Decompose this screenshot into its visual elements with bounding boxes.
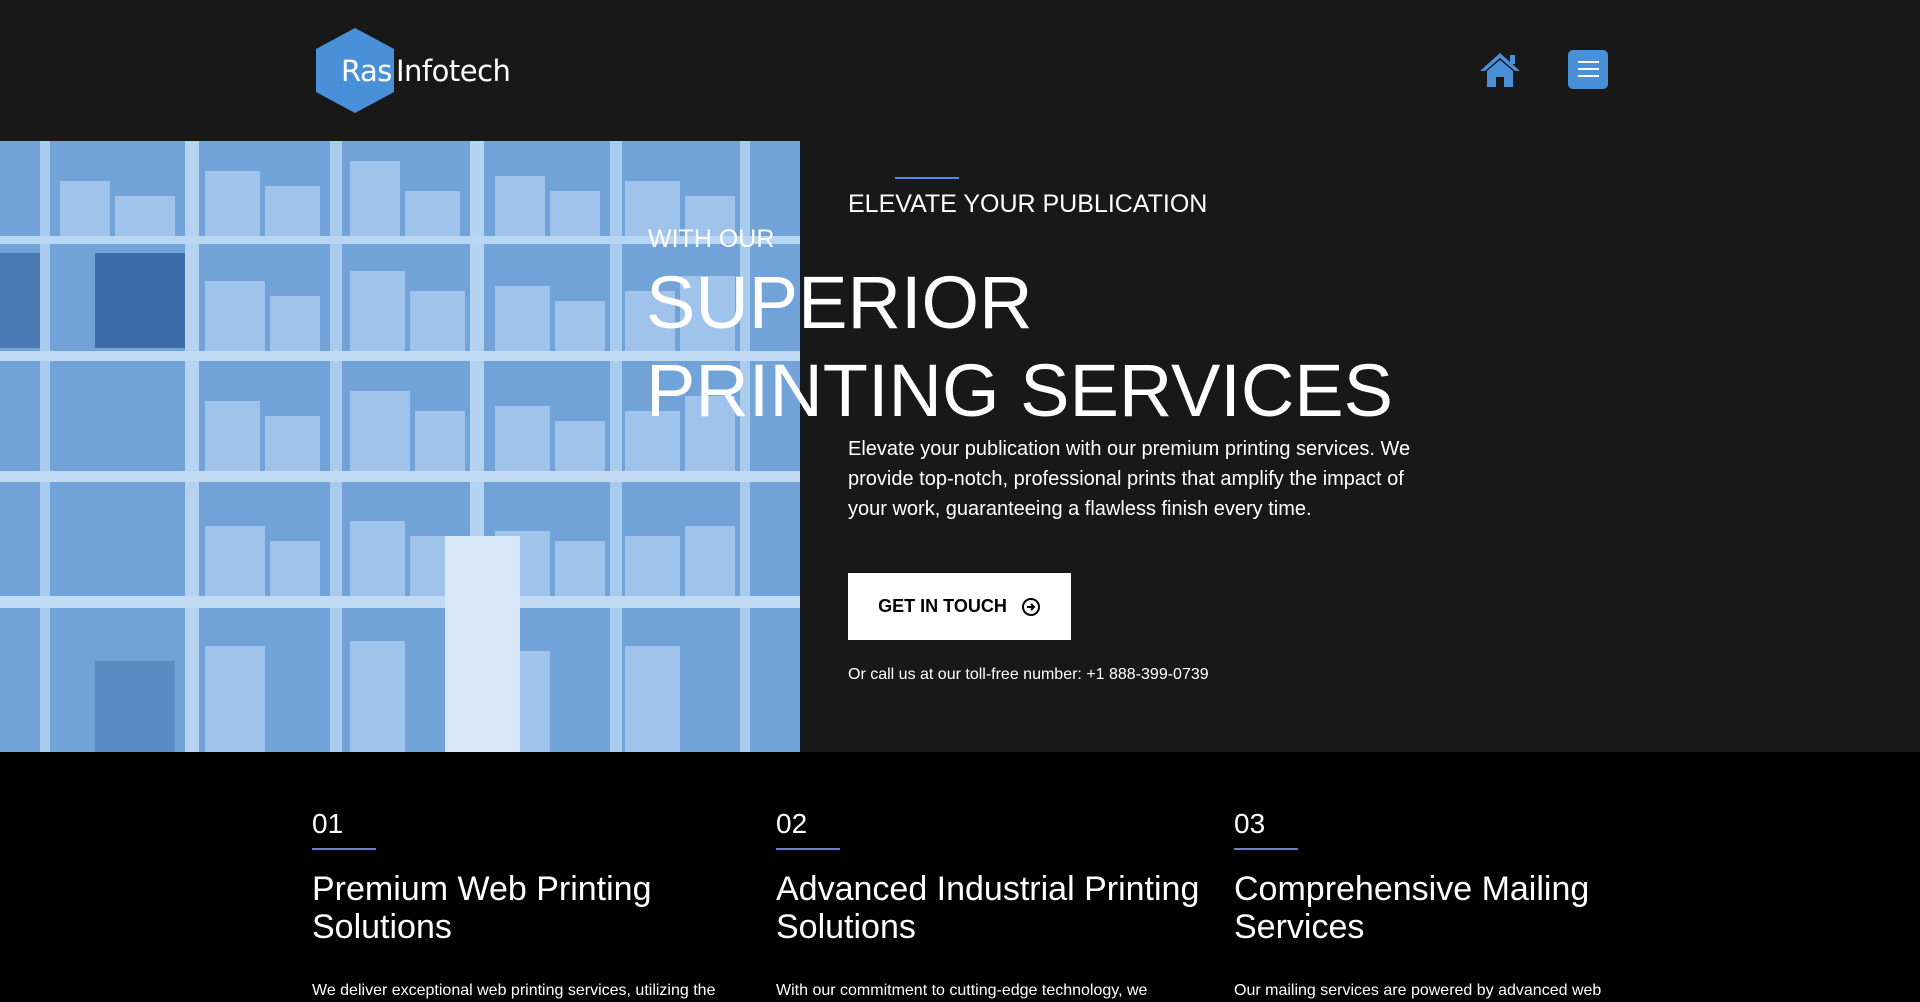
service-number: 01 (312, 808, 344, 839)
hero-subkicker: WITH OUR (648, 225, 775, 253)
service-accent-line (1234, 848, 1298, 850)
site-header: Ras Infotech (0, 0, 1920, 141)
hamburger-menu-icon (1578, 61, 1599, 63)
hero-section: ELEVATE YOUR PUBLICATION WITH OUR SUPERI… (0, 141, 1920, 752)
service-number: 02 (776, 808, 808, 839)
service-body: Our mailing services are powered by adva… (1234, 982, 1602, 999)
hero-description: Elevate your publication with our premiu… (848, 438, 1411, 520)
services-section: 01 Premium Web Printing Solutions We del… (0, 752, 1920, 999)
service-title: Comprehensive Mailing Services (1234, 870, 1590, 946)
logo[interactable]: Ras Infotech (316, 28, 511, 113)
service-accent-line (776, 848, 840, 850)
home-icon (1480, 53, 1520, 87)
service-body: We deliver exceptional web printing serv… (312, 982, 716, 999)
phone-callout: Or call us at our toll-free number: +1 8… (848, 666, 1209, 683)
kicker-accent-line (895, 177, 959, 179)
logo-text-infotech: Infotech (396, 54, 511, 88)
service-body: With our commitment to cutting-edge tech… (776, 982, 1148, 999)
hero-kicker: ELEVATE YOUR PUBLICATION (848, 190, 1208, 218)
hamburger-menu-icon (1578, 68, 1599, 70)
circle-arrow-right-icon (1021, 597, 1040, 616)
service-title: Advanced Industrial Printing Solutions (776, 870, 1200, 946)
menu-button[interactable] (1568, 50, 1608, 89)
logo-text-ras: Ras (341, 54, 392, 88)
cta-label: GET IN TOUCH (878, 596, 1007, 616)
home-button[interactable] (1479, 52, 1521, 88)
hero-headline: SUPERIOR PRINTING SERVICES (646, 261, 1394, 432)
hamburger-menu-icon (1578, 75, 1599, 77)
get-in-touch-button[interactable]: GET IN TOUCH (848, 573, 1071, 640)
service-accent-line (312, 848, 376, 850)
service-number: 03 (1234, 808, 1266, 839)
service-title: Premium Web Printing Solutions (312, 870, 652, 946)
